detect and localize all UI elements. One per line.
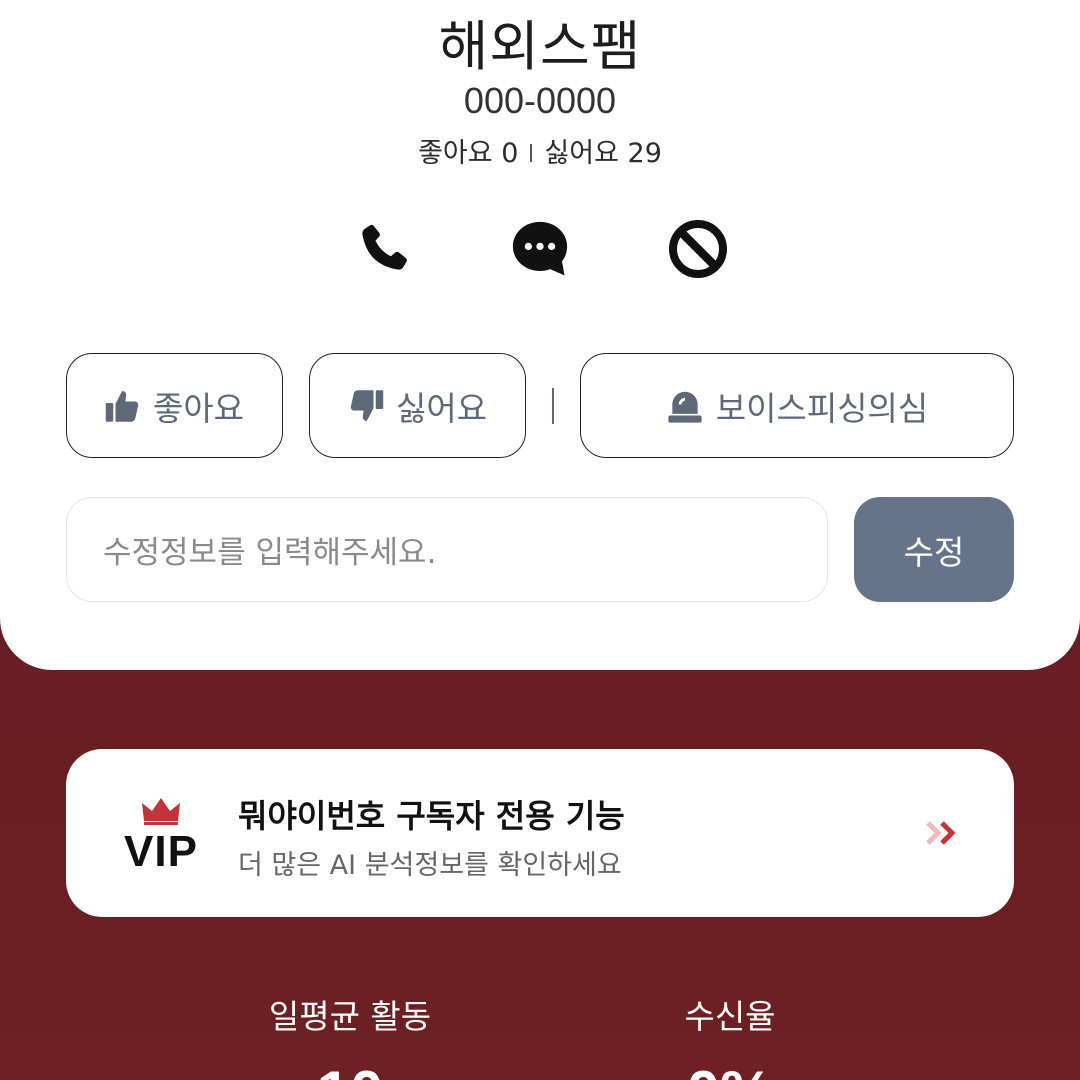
block-button[interactable] [667, 218, 729, 280]
like-count-label: 좋아요 [418, 138, 493, 169]
siren-icon [668, 391, 702, 423]
dislike-button-label: 싫어요 [395, 388, 488, 428]
voice-phishing-label: 보이스피싱의심 [715, 388, 929, 428]
message-button[interactable] [509, 218, 571, 280]
reception-rate-label: 수신율 [684, 997, 776, 1036]
reception-rate-value: 0% [630, 1058, 830, 1080]
double-chevron-right-icon [926, 821, 956, 845]
vip-banner[interactable]: VIP 뭐야이번호 구독자 전용 기능 더 많은 AI 분석정보를 확인하세요 [66, 749, 1014, 917]
dislike-button[interactable]: 싫어요 [309, 353, 526, 458]
voice-phishing-button[interactable]: 보이스피싱의심 [580, 353, 1014, 458]
vip-title: 뭐야이번호 구독자 전용 기능 [238, 797, 625, 835]
vip-subtitle: 더 많은 AI 분석정보를 확인하세요 [238, 850, 622, 881]
crown-icon [142, 798, 180, 825]
vip-logo: VIP [116, 797, 206, 877]
edit-submit-button[interactable]: 수정 [854, 497, 1014, 602]
block-icon [669, 220, 727, 278]
caller-title: 해외스팸 [438, 15, 642, 78]
thumbs-down-icon [350, 389, 384, 421]
like-count: 0 [501, 138, 519, 169]
like-button-label: 좋아요 [152, 388, 245, 428]
dislike-count: 29 [627, 138, 662, 169]
like-button[interactable]: 좋아요 [66, 353, 283, 458]
edit-info-input[interactable]: 수정정보를 입력해주세요. [66, 497, 828, 602]
dislike-count-label: 싫어요 [544, 138, 619, 169]
phone-icon [362, 224, 407, 270]
chat-bubble-icon [512, 221, 568, 276]
caller-info-card: 해외스팸 000-0000 좋아요 0 싫어요 29 좋아요 싫어요 보이스피싱… [0, 0, 1080, 670]
vip-badge: VIP [124, 827, 198, 876]
daily-activity-label: 일평균 활동 [268, 997, 432, 1036]
caller-info-screen: 해외스팸 000-0000 좋아요 0 싫어요 29 좋아요 싫어요 보이스피싱… [0, 0, 1080, 1080]
daily-activity-value: 10 [250, 1058, 450, 1080]
reaction-counts: 좋아요 0 싫어요 29 [0, 131, 1080, 170]
phone-number: 000-0000 [463, 80, 617, 121]
thumbs-up-icon [105, 390, 139, 422]
count-divider [530, 144, 533, 162]
call-button[interactable] [352, 218, 414, 280]
button-divider [552, 388, 554, 424]
